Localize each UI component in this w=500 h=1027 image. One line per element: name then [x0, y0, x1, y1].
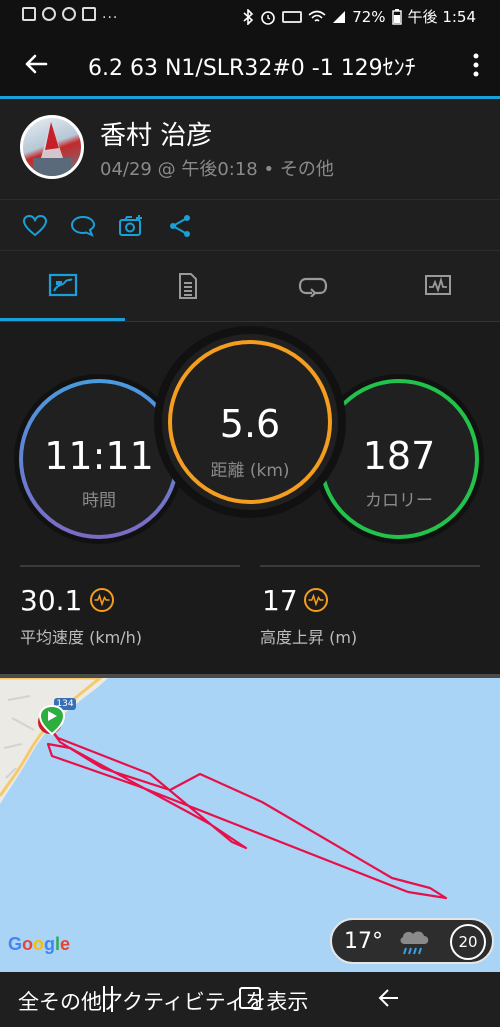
alarm-icon	[261, 10, 276, 25]
app-bar: 6.2 63 N1/SLR32#0 -1 129ｾﾝﾁ	[0, 32, 500, 96]
status-bar-right: 72% 午後 1:54	[242, 6, 476, 27]
activity-header: 香村 治彦 04/29 @ 午後0:18 • その他	[0, 99, 500, 199]
calories-value: 187	[362, 434, 436, 478]
show-all-activities-button[interactable]: 全その他アクティビティを表示	[18, 986, 308, 1016]
clock: 午後 1:54	[407, 8, 476, 26]
tab-laps[interactable]	[250, 251, 375, 321]
volte-icon	[282, 10, 303, 23]
weather-temp: 17°	[344, 929, 383, 954]
activity-title: 6.2 63 N1/SLR32#0 -1 129ｾﾝﾁ	[88, 56, 416, 81]
wifi-icon	[308, 10, 326, 22]
elevation-pulse-icon	[304, 588, 328, 612]
back-arrow-icon[interactable]	[22, 50, 50, 78]
social-actions	[0, 199, 500, 251]
avg-speed-value: 30.1	[20, 584, 83, 617]
stat-divider-right	[260, 565, 480, 567]
gps-track	[46, 726, 448, 900]
avg-speed-pulse-icon	[90, 588, 114, 612]
avatar-image	[33, 122, 71, 176]
time-label: 時間	[82, 491, 116, 511]
comment-icon[interactable]	[70, 214, 96, 238]
avatar[interactable]	[20, 115, 84, 179]
user-name[interactable]: 香村 治彦	[100, 115, 212, 152]
share-icon[interactable]	[168, 214, 194, 238]
sync-notification-icon	[42, 7, 56, 21]
calories-label: カロリー	[365, 491, 433, 511]
charts-icon	[424, 275, 451, 295]
status-bar-left: ...	[22, 6, 118, 22]
meta-separator: •	[263, 159, 275, 180]
status-bar: ... 72% 午後 1:54	[0, 0, 500, 32]
google-logo: Google	[8, 934, 71, 954]
route-map[interactable]: 134 Google 17° 20	[0, 674, 500, 972]
distance-label: 距離 (km)	[210, 461, 290, 481]
time-value: 11:11	[44, 434, 154, 478]
avg-speed-label: 平均速度 (km/h)	[20, 628, 142, 647]
activity-tabs	[0, 251, 500, 321]
bluetooth-icon	[243, 8, 254, 25]
stats-panel: 11:11 時間 187 カロリー 5.6 距離 (km) 30.1 平均速度 …	[0, 322, 500, 674]
elevation-gain-label: 高度上昇 (m)	[260, 628, 358, 647]
bottom-section: 全その他アクティビティを表示	[0, 972, 500, 1027]
battery-percent: 72%	[352, 7, 386, 26]
battery-icon	[391, 8, 402, 25]
distance-ring: 5.6 距離 (km)	[162, 334, 338, 510]
wind-speed-indicator: 20	[450, 924, 486, 960]
activity-type: その他	[279, 159, 334, 180]
weather-widget[interactable]: 17° 20	[330, 918, 494, 964]
gallery-notification-icon	[22, 7, 36, 21]
elevation-gain-value: 17	[262, 584, 298, 617]
overview-icon	[48, 273, 77, 297]
cast-notification-icon	[82, 7, 96, 21]
activity-meta: 04/29 @ 午後0:18 • その他	[100, 155, 334, 181]
time-ring: 11:11 時間	[14, 374, 184, 544]
add-photo-icon[interactable]	[118, 214, 144, 238]
activity-date: 04/29 @ 午後0:18	[100, 159, 258, 180]
tab-charts[interactable]	[375, 251, 500, 321]
signal-icon	[333, 10, 346, 23]
more-notifications-dots: ...	[102, 6, 119, 22]
tab-overview[interactable]	[0, 251, 125, 321]
stat-divider-left	[20, 565, 240, 567]
like-heart-icon[interactable]	[22, 214, 48, 238]
laps-icon	[298, 277, 327, 297]
tab-stats[interactable]	[125, 251, 250, 321]
reload-notification-icon	[62, 7, 76, 21]
stats-list-icon	[178, 273, 197, 299]
calories-ring: 187 カロリー	[314, 374, 484, 544]
coastline-land	[0, 678, 108, 804]
distance-value: 5.6	[219, 402, 281, 446]
road-badge-number: 134	[56, 699, 74, 709]
rain-cloud-icon	[400, 931, 429, 955]
more-options-icon[interactable]	[472, 52, 480, 78]
system-back-icon[interactable]	[378, 989, 398, 1007]
